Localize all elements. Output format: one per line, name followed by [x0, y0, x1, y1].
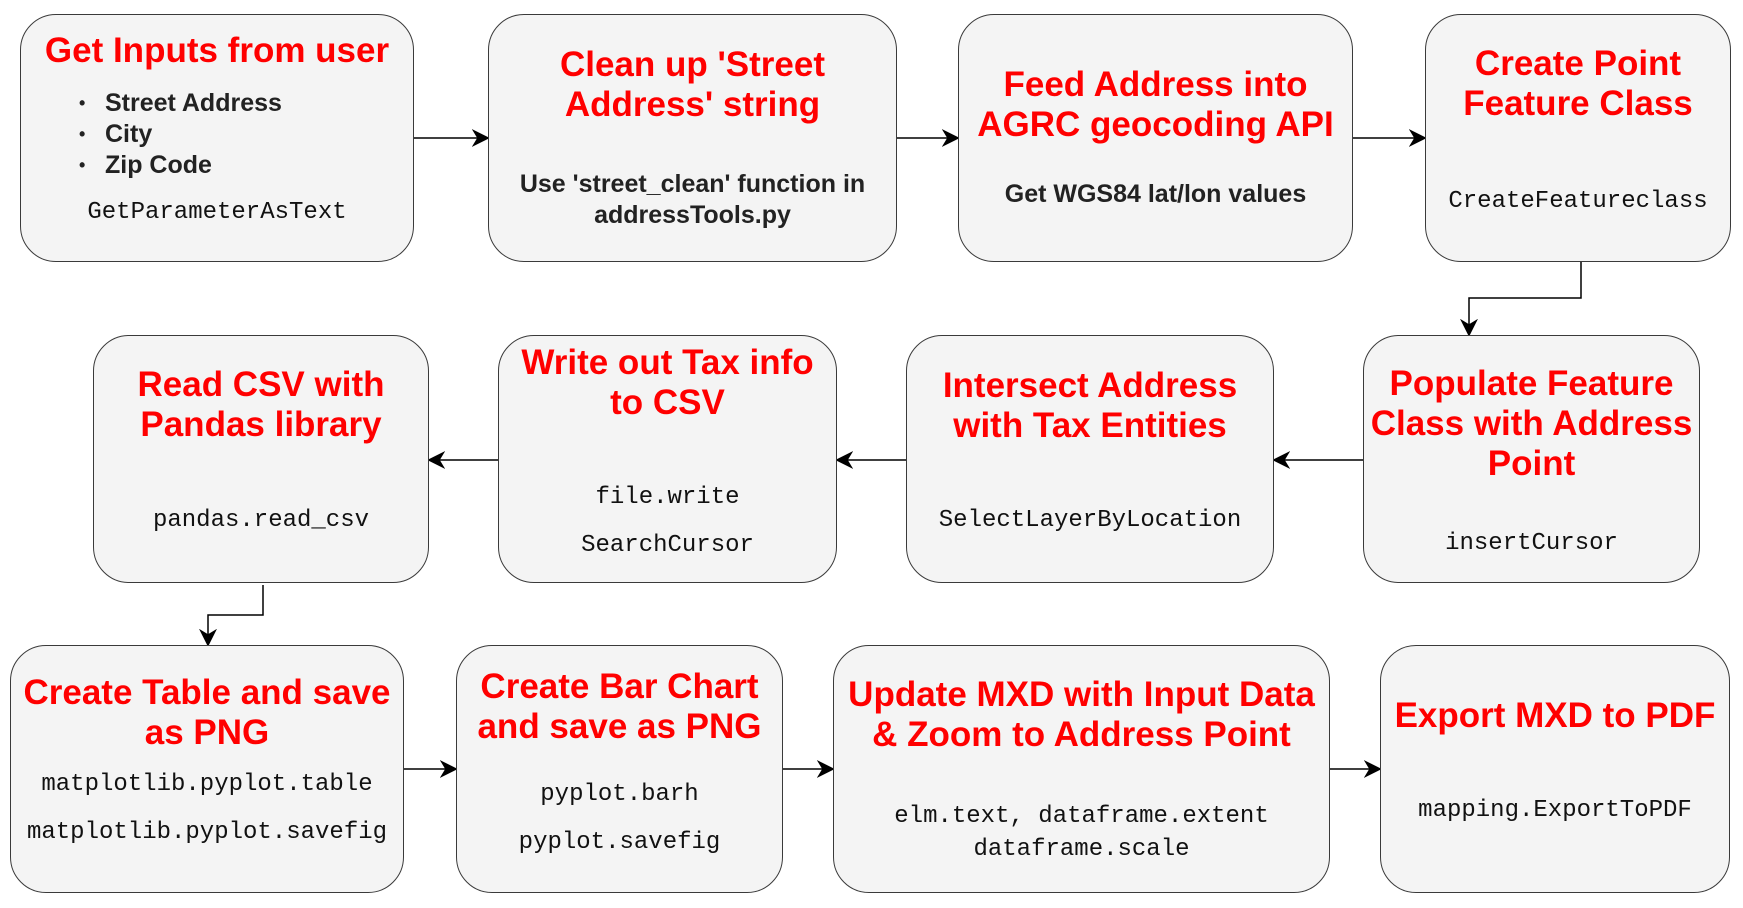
node-populate-feature: Populate Feature Class with Address Poin… [1363, 335, 1700, 583]
node-create-table: Create Table and save as PNG matplotlib.… [10, 645, 404, 893]
node-get-inputs: Get Inputs from user Street Address City… [20, 14, 414, 262]
node-code: matplotlib.pyplot.table [41, 771, 373, 798]
node-code: CreateFeatureclass [1448, 188, 1708, 215]
node-code: pyplot.barh [540, 781, 699, 808]
input-list: Street Address City Zip Code [79, 88, 282, 181]
node-title: Create Bar Chart and save as PNG [477, 667, 762, 746]
node-title: Read CSV with Pandas library [137, 365, 385, 444]
node-title: Export MXD to PDF [1394, 696, 1716, 735]
node-code: pyplot.savefig [518, 829, 721, 856]
arrow-n4-n5 [1460, 262, 1582, 337]
node-title: Feed Address into AGRC geocoding API [977, 65, 1334, 144]
arrow-n8-n9 [199, 585, 264, 647]
node-geocoding: Feed Address into AGRC geocoding API Get… [958, 14, 1353, 262]
list-item: Zip Code [79, 150, 282, 181]
node-intersect: Intersect Address with Tax Entities Sele… [906, 335, 1274, 583]
node-code: mapping.ExportToPDF [1418, 797, 1692, 824]
node-create-bar-chart: Create Bar Chart and save as PNG pyplot.… [456, 645, 783, 893]
node-read-csv: Read CSV with Pandas library pandas.read… [93, 335, 429, 583]
node-title: Intersect Address with Tax Entities [942, 366, 1238, 445]
node-code: file.write [595, 484, 740, 511]
node-write-csv: Write out Tax info to CSV file.write Sea… [498, 335, 837, 583]
node-code: matplotlib.pyplot.savefig [26, 819, 388, 846]
node-text: Get WGS84 lat/lon values [1004, 180, 1307, 208]
node-update-mxd: Update MXD with Input Data & Zoom to Add… [833, 645, 1330, 893]
node-code: elm.text, dataframe.extent [894, 803, 1269, 830]
node-code: dataframe.scale [973, 836, 1190, 863]
node-code: SearchCursor [581, 532, 754, 559]
node-title: Populate Feature Class with Address Poin… [1370, 364, 1693, 483]
node-title: Write out Tax info to CSV [521, 343, 814, 422]
node-text: Use 'street_clean' function in addressTo… [519, 170, 866, 229]
node-title: Create Table and save as PNG [23, 673, 391, 752]
list-item: Street Address [79, 88, 282, 119]
node-title: Clean up 'Street Address' string [559, 45, 826, 124]
list-item: City [79, 119, 282, 150]
node-title: Create Point Feature Class [1463, 44, 1693, 123]
node-code: GetParameterAsText [87, 199, 347, 226]
flowchart: Get Inputs from user Street Address City… [0, 0, 1743, 908]
node-code: pandas.read_csv [152, 507, 370, 534]
node-title: Get Inputs from user [44, 31, 390, 70]
node-title: Update MXD with Input Data & Zoom to Add… [848, 675, 1315, 754]
node-code: SelectLayerByLocation [938, 507, 1242, 534]
node-create-point: Create Point Feature Class CreateFeature… [1425, 14, 1731, 262]
node-export-pdf: Export MXD to PDF mapping.ExportToPDF [1380, 645, 1730, 893]
node-clean-address: Clean up 'Street Address' string Use 'st… [488, 14, 897, 262]
node-code: insertCursor [1445, 530, 1618, 557]
